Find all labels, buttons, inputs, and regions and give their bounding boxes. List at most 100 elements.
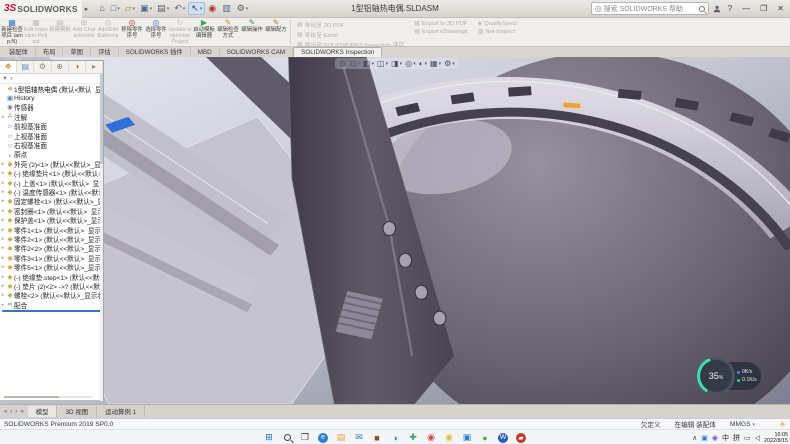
tree-item[interactable]: ▸ ◆ (-) 绝缘垫.step<1> (默认<<默认> [0,272,103,281]
quick-access-button[interactable]: □ ▾ [109,3,122,14]
dropdown-caret-icon[interactable]: ▾ [167,6,170,12]
quick-access-button[interactable]: ⚙ ▾ [235,3,251,14]
view-tool-button[interactable]: ⊡ ▾ [350,59,360,68]
taskbar-app-button[interactable]: ◉ [443,432,455,444]
taskbar-app-button[interactable]: ⊞ [263,432,275,444]
tray-item[interactable]: ▣ [701,434,708,442]
filter-funnel-icon[interactable]: ▼ [2,76,8,82]
tree-item[interactable]: ▸ A 注解 [0,112,103,121]
command-tab[interactable]: 评估 [91,46,119,57]
dropdown-caret-icon[interactable]: ▾ [117,6,120,12]
dropdown-caret-icon[interactable]: ▾ [183,6,186,12]
ribbon-button[interactable]: ◎ 移除零件序号 [120,18,144,46]
dropdown-caret-icon[interactable]: ▾ [413,61,416,67]
tree-item[interactable]: ▸ ◆ (-) 上盖<1> (默认<<默认>_显示状 [0,178,103,187]
export-menu-item[interactable]: ▤ 导出至 2D PDF [297,20,404,29]
tab-nav-button[interactable]: ‹ [9,409,13,415]
tray-item[interactable]: ▭ [744,434,751,442]
ribbon-button[interactable]: ▦ 新建检查项目 (amp;N) [0,18,24,46]
command-tab[interactable]: SOLIDWORKS CAM [220,48,293,57]
tab-nav-button[interactable]: › [14,409,18,415]
tree-item[interactable]: ▸ ▱ 前视基准面 [0,122,103,131]
close-button[interactable]: ✕ [774,4,787,13]
tree-item[interactable]: ▸ ◆ 零件5<1> (默认<<默认>_显示状 [0,262,103,271]
ribbon-button[interactable]: ✎ 编辑配方 [264,18,288,46]
tree-vertical-scrollbar[interactable] [100,74,103,401]
dropdown-caret-icon[interactable]: ▾ [246,6,249,12]
tree-root-item[interactable]: ❖ 1型铝轴热电偶 (默认<默认_显示状态-1 [0,84,103,93]
taskbar-app-button[interactable]: ■ [371,432,383,444]
user-login-icon[interactable] [713,5,721,13]
restore-button[interactable]: ❐ [757,4,770,13]
tree-item[interactable]: ▸ ◆ 保护盖<1> (默认<<默认>_显示状态 [0,215,103,224]
dropdown-caret-icon[interactable]: ▾ [357,61,360,67]
ribbon-button[interactable]: ✎ 编辑检查方式 [216,18,240,46]
dropdown-caret-icon[interactable]: ▾ [425,61,428,67]
view-tool-button[interactable]: ⚙ ▾ [444,59,455,68]
filter-caret-icon[interactable]: ▾ [10,76,13,82]
ribbon-button[interactable]: ◎ Add/Edit Balloons [96,18,120,46]
document-tab[interactable]: 3D 视图 [57,406,97,417]
document-tab[interactable]: 运动算例 1 [97,406,145,417]
tab-nav-button[interactable]: « [3,409,8,415]
ribbon-button[interactable]: ▤ 新建模板 [48,18,72,46]
ribbon-button[interactable]: ↻ Update Inspection Project [168,18,192,46]
export-menu-item[interactable]: ▥ Net-Inspect [478,28,518,35]
tray-item[interactable]: ◉ [712,434,718,442]
panel-tab[interactable]: ▤ [17,61,34,73]
ribbon-button[interactable]: ✎ 编辑操作 [240,18,264,46]
tree-item[interactable]: ▸ ◆ (-) 垫片 (2)<2> ->? (默认<<默认> [0,281,103,290]
usage-ball[interactable]: 35% [697,357,735,395]
quick-access-button[interactable]: ⌂ [97,3,107,14]
minimize-button[interactable]: — [739,4,753,13]
quick-access-button[interactable]: ▤ ▾ [155,3,171,14]
tree-item[interactable]: ▸ ∞ 配合 [0,300,103,309]
taskbar-clock[interactable]: 16:05 2022/8/15 [764,432,788,444]
quick-access-button[interactable]: ↶ ▾ [172,3,187,14]
quick-access-button[interactable]: ▱ ▾ [123,3,137,14]
dropdown-caret-icon[interactable]: ▾ [452,61,455,67]
taskbar-app-button[interactable]: ✚ [407,432,419,444]
menu-expand-arrow-icon[interactable]: ▸ [85,5,89,13]
ribbon-button[interactable]: ▦ Edit Inspection Project [24,18,48,46]
tree-item[interactable]: ▸ ▱ 右视基准面 [0,140,103,149]
panel-tab[interactable]: ◑ [69,61,86,73]
tray-item[interactable]: 拼 [733,433,740,443]
tree-item[interactable]: ▸ ◆ 零件2<1> (默认<<默认>_显示状 [0,234,103,243]
tree-item[interactable]: ▸ ◉ 传感器 [0,103,103,112]
tree-item[interactable]: ▸ ◆ 固定螺栓<1> (默认<<默认>_显示状 [0,197,103,206]
tree-item[interactable]: ▸ ⌞ 原点 [0,150,103,159]
tree-item[interactable]: ▸ ◆ (-) 绝缘垫片<1> (默认<<默认>_显示 [0,169,103,178]
taskbar-app-button[interactable]: ▤ [335,432,347,444]
dropdown-caret-icon[interactable]: ▾ [200,6,203,12]
unit-system[interactable]: MMGS ▾ [730,421,755,428]
ribbon-button[interactable]: ◎ 选择零件序号 [144,18,168,46]
help-search-box[interactable]: ◎ 搜索 SOLIDWORKS 帮助 [591,2,709,15]
dropdown-caret-icon[interactable]: ▾ [133,6,136,12]
model-view[interactable] [0,57,790,404]
export-menu-item[interactable]: ▤ Export to 3D PDF [414,20,467,27]
panel-tab[interactable]: ❖ [0,61,17,73]
taskbar-app-button[interactable]: W [497,432,509,444]
export-menu-item[interactable]: ◈ QualitySpect [478,20,518,27]
tray-item[interactable]: ∧ [692,434,697,442]
quick-access-button[interactable]: ▣ ▾ [138,3,154,14]
view-tool-button[interactable]: ◨ ▾ [391,59,402,68]
document-tab[interactable]: 模型 [28,406,58,417]
taskbar-app-button[interactable]: ◉ [425,432,437,444]
tray-item[interactable]: ◁ [755,434,760,442]
command-tab[interactable]: 草图 [63,46,91,57]
search-magnifier-icon[interactable] [699,6,705,12]
tree-item[interactable]: ▸ ◆ 螺栓<2> (默认<<默认>_显示状态 [0,291,103,300]
tray-item[interactable]: 中 [722,433,729,443]
ribbon-button[interactable]: ⊞ Add Characteristic [72,18,96,46]
tree-filter[interactable]: ▼ ▾ [0,74,103,84]
panel-tab[interactable]: ▸ [86,61,103,73]
export-menu-item[interactable]: ▤ Export eDrawings [414,28,467,35]
floating-monitor-widget[interactable]: 0K/s 0.1K/s 35% [697,357,761,395]
tree-item[interactable]: ▸ ◆ 零件3<1> (默认<<默认>_显示状 [0,253,103,262]
quick-access-button[interactable]: ◉ [206,3,219,14]
taskbar-app-button[interactable]: e [317,432,329,444]
tree-item[interactable]: ▸ ◆ 密封圈<1> (默认<<默认>_显示状态 [0,206,103,215]
tree-item[interactable]: ▸ ◆ 零件2<2> (默认<<默认>_显示状 [0,244,103,253]
